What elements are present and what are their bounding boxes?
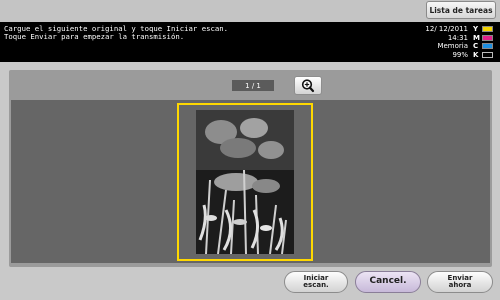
toner-bar <box>482 26 493 33</box>
toner-label: C <box>473 42 479 51</box>
zoom-in-icon <box>301 79 315 93</box>
top-strip <box>0 0 500 22</box>
toner-label: Y <box>473 25 479 34</box>
toner-c: C <box>473 42 493 51</box>
toner-bar <box>482 43 493 50</box>
instruction-line-2: Toque Enviar para empezar la transmisión… <box>4 31 185 41</box>
start-scan-button[interactable]: Iniciar escan. <box>284 271 348 293</box>
send-now-label-2: ahora <box>448 281 472 289</box>
instruction-message: Cargue el siguiente original y toque Ini… <box>4 25 228 40</box>
zoom-in-button[interactable] <box>294 76 322 95</box>
toner-bar <box>482 34 493 41</box>
toner-levels: Y M C K <box>473 25 493 59</box>
toner-label: K <box>473 51 479 60</box>
task-list-button[interactable]: Lista de tareas <box>426 1 496 19</box>
page-indicator: 1 / 1 <box>232 80 274 91</box>
memory-value: 99% <box>452 50 468 59</box>
scanned-image <box>196 110 294 254</box>
start-scan-label-2: escan. <box>303 281 329 289</box>
message-bar: Cargue el siguiente original y toque Ini… <box>0 22 500 62</box>
toner-bar <box>482 52 493 59</box>
time-text: 14:31 <box>447 33 468 42</box>
send-now-button[interactable]: Enviar ahora <box>427 271 493 293</box>
toner-y: Y <box>473 25 493 34</box>
toner-m: M <box>473 34 493 43</box>
toner-label: M <box>473 33 480 42</box>
toner-k: K <box>473 51 493 60</box>
memory-label: Memoria <box>437 42 468 51</box>
status-info: 12/ 12/2011 14:31 Memoria 99% <box>425 25 468 59</box>
date-text: 12/ 12/2011 <box>425 25 468 33</box>
scanned-page-thumbnail[interactable] <box>177 103 313 261</box>
cancel-button[interactable]: Cancel. <box>355 271 421 293</box>
